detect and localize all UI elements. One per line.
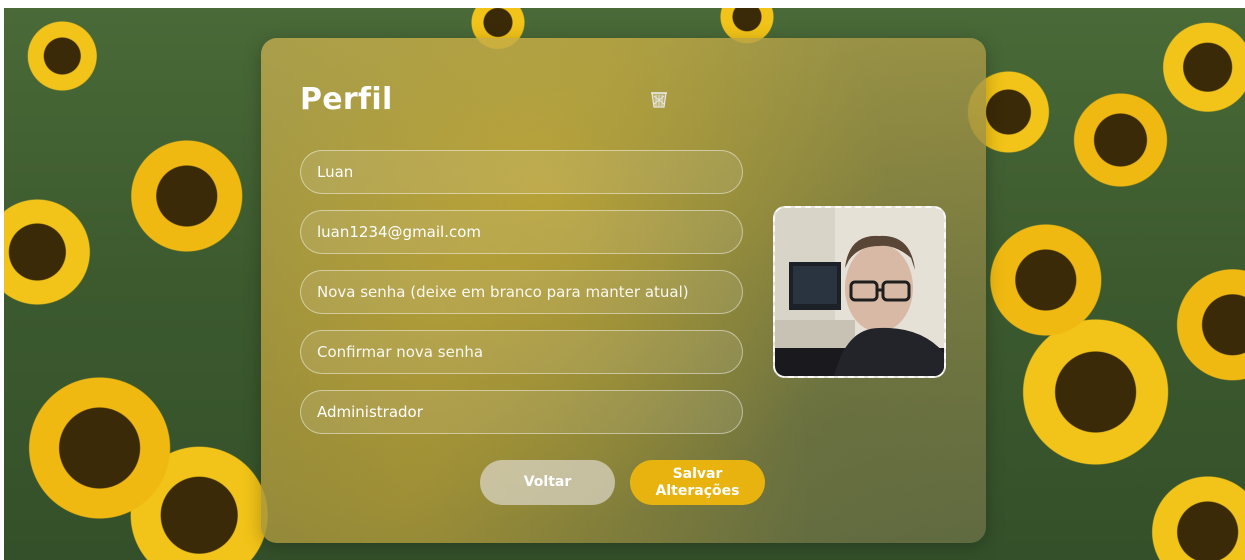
profile-photo[interactable]: [773, 206, 946, 378]
page-title: Perfil: [300, 82, 393, 117]
email-field[interactable]: [300, 210, 743, 254]
trash-icon[interactable]: [649, 89, 669, 109]
confirm-password-field[interactable]: [300, 330, 743, 374]
avatar: [775, 208, 944, 376]
save-changes-button[interactable]: Salvar Alterações: [630, 460, 765, 505]
name-field[interactable]: [300, 150, 743, 194]
profile-card: Perfil Voltar Salvar Alterações: [261, 38, 986, 543]
back-button[interactable]: Voltar: [480, 460, 615, 505]
role-field[interactable]: [300, 390, 743, 434]
new-password-field[interactable]: [300, 270, 743, 314]
